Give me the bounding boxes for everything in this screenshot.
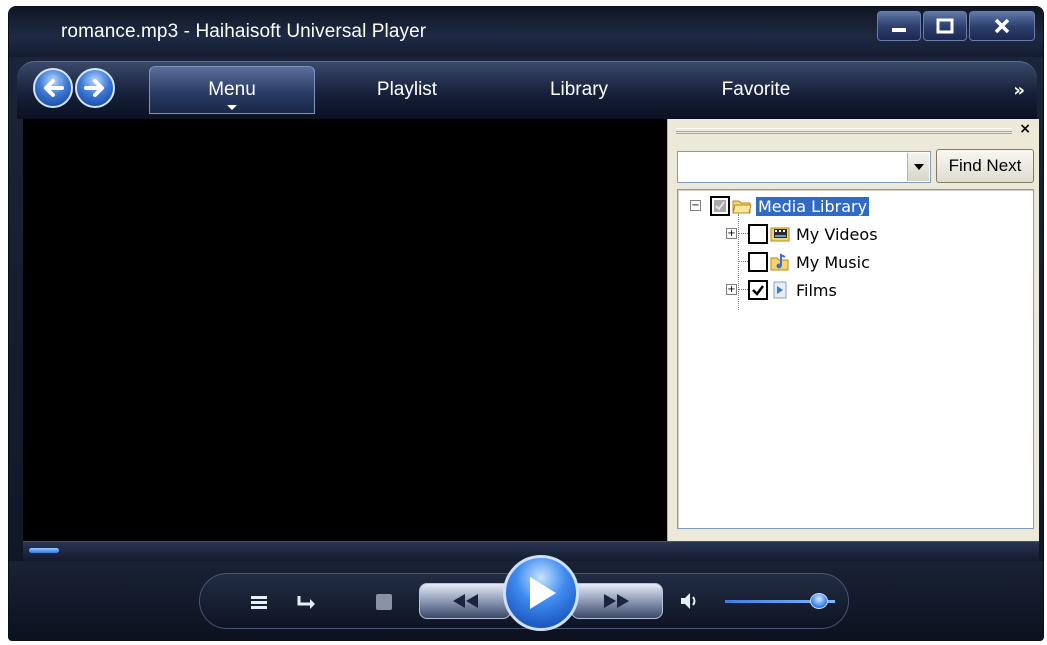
check-icon [714, 200, 726, 212]
search-input[interactable] [680, 154, 906, 180]
fast-forward-button[interactable] [571, 583, 663, 619]
maximize-button[interactable] [923, 11, 967, 41]
check-icon [752, 285, 764, 296]
folder-open-icon [732, 200, 752, 214]
maximize-icon [936, 18, 954, 34]
play-button[interactable] [503, 555, 579, 631]
stop-icon [376, 594, 392, 610]
close-icon [994, 18, 1010, 34]
checkbox[interactable] [748, 280, 768, 300]
collapse-toggle[interactable]: − [690, 200, 701, 211]
control-bar [9, 555, 1043, 640]
panel-close-button[interactable]: × [1019, 121, 1031, 137]
back-button[interactable] [33, 68, 73, 108]
seek-progress [29, 548, 59, 553]
tree-item-films[interactable]: Films [748, 278, 839, 302]
stop-button[interactable] [373, 591, 395, 613]
video-folder-icon [770, 227, 790, 242]
minimize-button[interactable] [877, 11, 921, 41]
checkbox[interactable] [748, 224, 768, 244]
mute-button[interactable] [677, 589, 703, 613]
tree-item-media-library[interactable]: Media Library [710, 194, 870, 218]
expand-toggle[interactable]: + [726, 284, 737, 295]
playlist-icon [251, 596, 267, 609]
tab-playlist[interactable]: Playlist [357, 66, 457, 114]
volume-knob[interactable] [810, 593, 828, 609]
repeat-button[interactable] [293, 591, 321, 613]
window-controls [877, 11, 1035, 41]
tree-item-label: Media Library [756, 196, 870, 216]
tab-menu[interactable]: Menu [149, 66, 315, 114]
video-display[interactable] [23, 119, 667, 541]
repeat-icon [297, 596, 315, 609]
music-folder-icon [770, 253, 789, 271]
fast-forward-icon [604, 594, 629, 608]
forward-button[interactable] [75, 68, 115, 108]
arrow-left-icon [44, 79, 64, 97]
expand-toggle[interactable]: + [726, 228, 737, 239]
tree-connector [738, 214, 739, 310]
panel-grip[interactable] [676, 128, 1012, 134]
minimize-icon [892, 28, 906, 32]
close-button[interactable] [969, 11, 1035, 41]
player-window: romance.mp3 - Haihaisoft Universal Playe… [8, 6, 1044, 641]
tab-favorite[interactable]: Favorite [701, 66, 811, 114]
title-bar[interactable]: romance.mp3 - Haihaisoft Universal Playe… [9, 7, 1043, 57]
tab-library[interactable]: Library [529, 66, 629, 114]
more-tabs-button[interactable]: » [1013, 80, 1025, 101]
chevron-down-icon[interactable] [907, 153, 929, 181]
chevron-down-icon [227, 105, 237, 110]
volume-icon [681, 593, 696, 609]
search-combobox[interactable] [677, 151, 931, 183]
find-next-button[interactable]: Find Next [936, 149, 1034, 183]
tree-item-label: Films [796, 280, 837, 300]
tree-item-label: My Music [796, 252, 870, 272]
arrow-right-icon [84, 79, 104, 97]
rewind-button[interactable] [419, 583, 511, 619]
tree-item-label: My Videos [796, 224, 878, 244]
playlist-button[interactable] [247, 591, 271, 613]
library-panel: × Find Next − Media Library + My Videos … [667, 119, 1039, 541]
film-icon [773, 281, 787, 299]
library-tree: − Media Library + My Videos My Music + F… [677, 189, 1034, 529]
checkbox[interactable] [710, 196, 730, 216]
tree-item-my-videos[interactable]: My Videos [748, 222, 880, 246]
checkbox[interactable] [748, 252, 768, 272]
rewind-icon [453, 594, 478, 608]
tab-menu-label: Menu [208, 79, 256, 100]
nav-bar: Menu Playlist Library Favorite » [17, 61, 1037, 119]
window-title: romance.mp3 - Haihaisoft Universal Playe… [61, 21, 427, 42]
play-icon [530, 577, 556, 609]
tree-item-my-music[interactable]: My Music [748, 250, 872, 274]
